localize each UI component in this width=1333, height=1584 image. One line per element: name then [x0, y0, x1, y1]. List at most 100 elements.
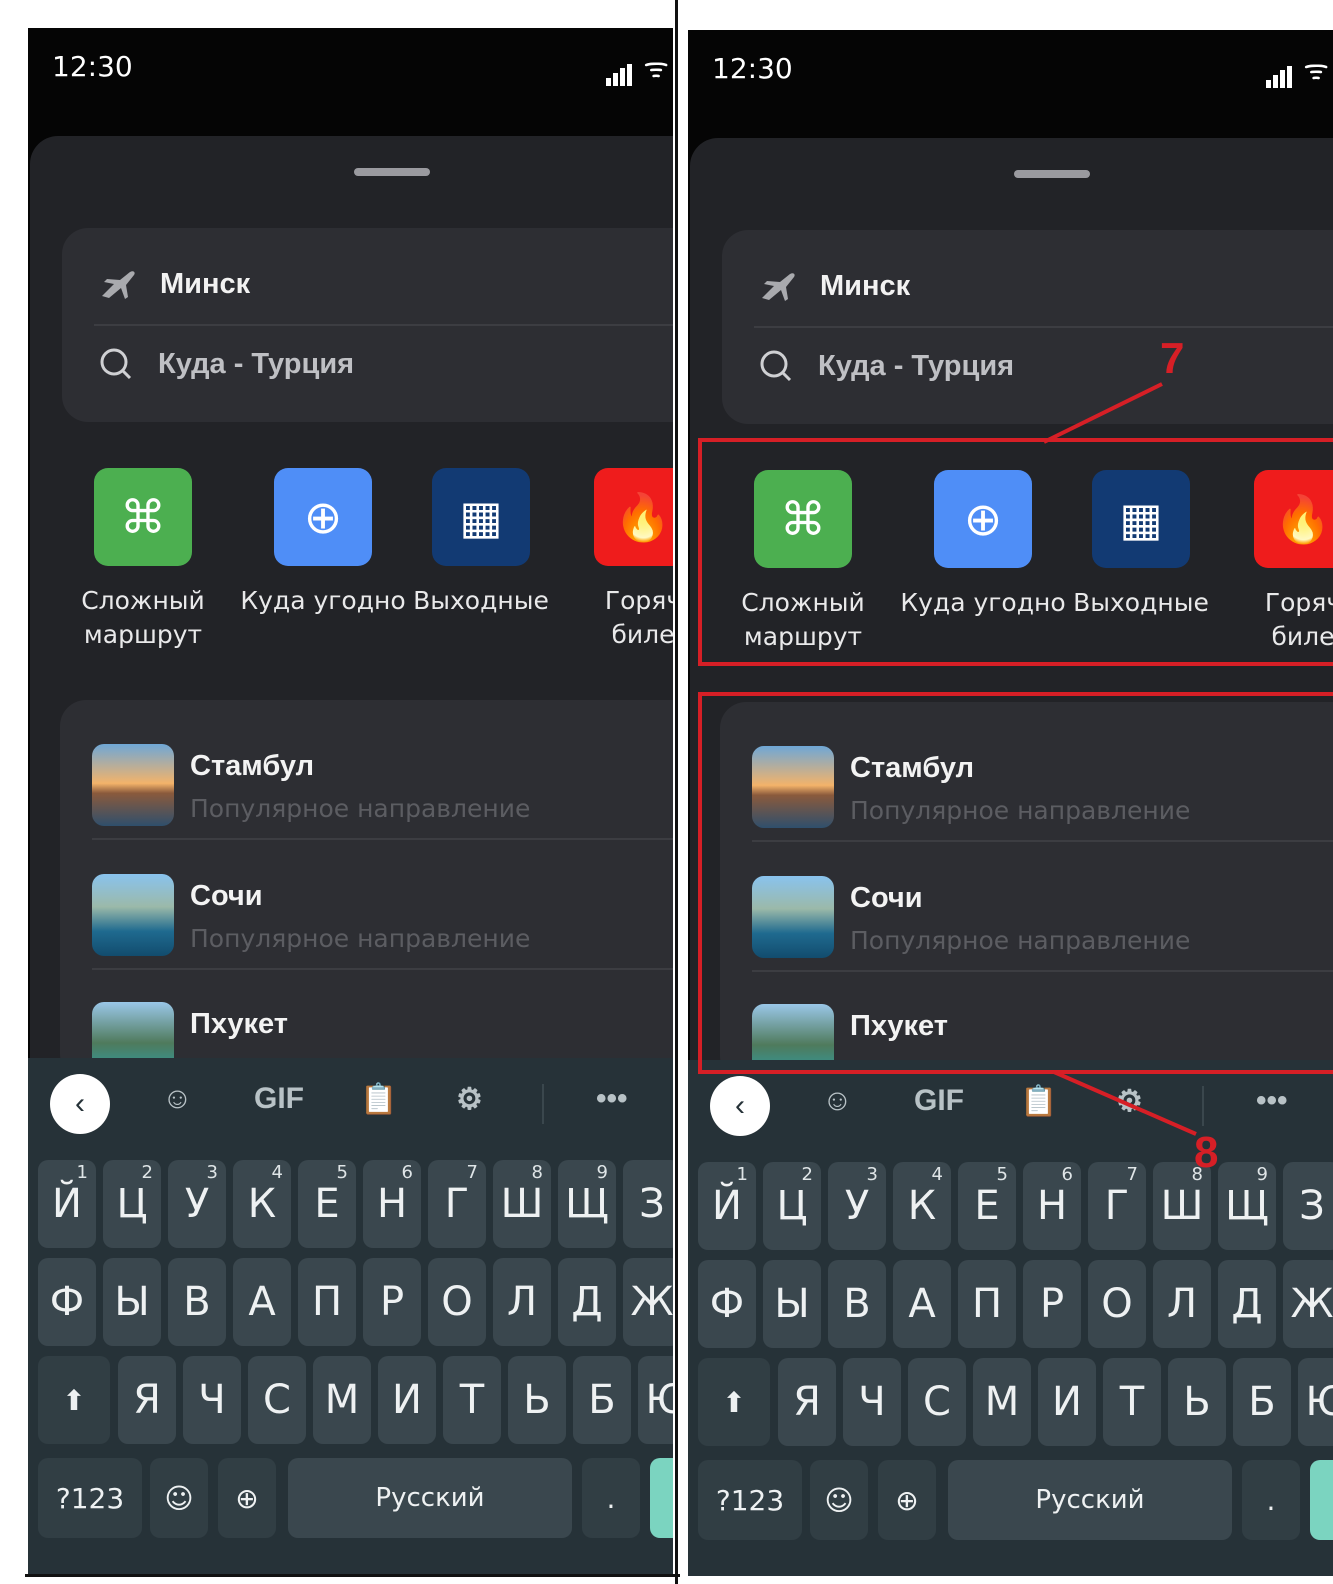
key-row2-3[interactable]: В — [168, 1258, 226, 1346]
phone-screen-right: 12:30 ᯤ Минск Куда - Турция × — [688, 30, 1333, 1576]
action-complex-route[interactable]: ⌘ Сложный маршрут — [58, 468, 228, 652]
destination-subtitle: Популярное направление — [190, 794, 531, 823]
key-row3-7[interactable]: Ь — [508, 1356, 566, 1444]
key-row2-2[interactable]: Ы — [103, 1258, 161, 1346]
key-row3-6[interactable]: Т — [443, 1356, 501, 1444]
key-row2-8[interactable]: Л — [493, 1258, 551, 1346]
key-7[interactable]: Г7 — [428, 1160, 486, 1248]
key-row3-9[interactable]: Ю — [638, 1356, 673, 1444]
screenshot-divider-vertical — [675, 0, 678, 1584]
key-row2-1[interactable]: Ф — [38, 1258, 96, 1346]
search-icon — [100, 348, 132, 380]
destination-field[interactable]: Куда - Турция — [98, 342, 354, 386]
sheet-drag-handle[interactable] — [354, 168, 430, 176]
gif-button[interactable]: GIF — [254, 1082, 304, 1116]
key-1[interactable]: Й1 — [38, 1160, 96, 1248]
key-hint: 4 — [271, 1162, 283, 1183]
key-5[interactable]: Е5 — [298, 1160, 356, 1248]
key-label: А — [248, 1279, 276, 1325]
key-label: Русский — [375, 1483, 485, 1513]
destination-thumbnail — [92, 744, 174, 826]
key-label: Г — [444, 1181, 470, 1227]
key-row2-6[interactable]: Р — [363, 1258, 421, 1346]
signal-icon — [605, 54, 634, 86]
key-label: Ф — [49, 1279, 85, 1325]
action-label: Горячбиле — [604, 586, 673, 649]
key-label: Й — [52, 1181, 82, 1227]
enter-key[interactable] — [650, 1458, 673, 1538]
key-6[interactable]: Н6 — [363, 1160, 421, 1248]
gear-icon[interactable]: ⚙ — [456, 1082, 483, 1117]
destination-input[interactable]: Куда - Турция — [158, 348, 354, 381]
key-3[interactable]: У3 — [168, 1160, 226, 1248]
key-label: П — [311, 1279, 343, 1325]
shift-key[interactable]: ⬆ — [38, 1356, 110, 1444]
key-row3-5[interactable]: И — [378, 1356, 436, 1444]
period-key[interactable]: . — [582, 1458, 640, 1538]
key-hint: 3 — [206, 1162, 218, 1183]
key-row3-1[interactable]: Я — [118, 1356, 176, 1444]
emoji-key[interactable]: ☺ — [150, 1458, 208, 1538]
action-label: Выходные — [413, 586, 549, 615]
action-anywhere[interactable]: ⊕ Куда угодно — [238, 468, 408, 618]
origin-field[interactable]: Минск — [98, 264, 250, 304]
search-separator — [94, 324, 673, 326]
key-label: . — [606, 1481, 616, 1515]
language-key[interactable]: ⊕ — [218, 1458, 276, 1538]
key-row2-5[interactable]: П — [298, 1258, 356, 1346]
annotation-arrow-7 — [1043, 382, 1163, 444]
key-label: Щ — [565, 1181, 609, 1227]
key-row3-3[interactable]: С — [248, 1356, 306, 1444]
key-4[interactable]: К4 — [233, 1160, 291, 1248]
destination-name: Сочи — [190, 880, 263, 912]
key-row2-7[interactable]: О — [428, 1258, 486, 1346]
chevron-left-icon[interactable]: ‹ — [50, 1074, 110, 1134]
list-item[interactable]: Сочи Популярное направление — [92, 860, 673, 970]
key-label: С — [263, 1377, 291, 1423]
key-2[interactable]: Ц2 — [103, 1160, 161, 1248]
key-label: У — [184, 1181, 210, 1227]
key-hint: 6 — [401, 1162, 413, 1183]
key-label: З — [639, 1181, 665, 1227]
key-hint: 2 — [141, 1162, 153, 1183]
key-hint: 5 — [336, 1162, 348, 1183]
sticker-icon[interactable]: ☺ — [162, 1082, 193, 1116]
key-10[interactable]: З — [623, 1160, 673, 1248]
status-time: 12:30 — [52, 50, 133, 83]
clipboard-icon[interactable]: 📋 — [360, 1082, 397, 1117]
symbols-key[interactable]: ?123 — [38, 1458, 142, 1538]
key-hint: 1 — [76, 1162, 88, 1183]
key-row3-4[interactable]: М — [313, 1356, 371, 1444]
screenshot-divider-bottom — [25, 1574, 680, 1577]
quick-actions: ⌘ Сложный маршрут ⊕ Куда угодно ▦ Выходны… — [68, 468, 673, 658]
wifi-icon: ᯤ — [643, 52, 671, 83]
key-row2-10[interactable]: Ж — [623, 1258, 673, 1346]
key-hint: 9 — [596, 1162, 608, 1183]
key-row3-2[interactable]: Ч — [183, 1356, 241, 1444]
globe-icon: ⊕ — [235, 1481, 259, 1515]
action-weekend[interactable]: ▦ Выходные — [396, 468, 566, 618]
key-label: И — [392, 1377, 422, 1423]
origin-city: Минск — [160, 267, 251, 300]
list-item[interactable]: Стамбул Популярное направление — [92, 730, 673, 840]
globe-icon: ⊕ — [274, 468, 372, 566]
more-icon[interactable]: ••• — [596, 1082, 628, 1116]
shift-icon: ⬆ — [62, 1383, 86, 1417]
key-label: ?123 — [55, 1481, 125, 1515]
search-card: Минск Куда - Турция × — [62, 228, 673, 422]
key-label: Ь — [523, 1377, 551, 1423]
calendar-icon: ▦ — [432, 468, 530, 566]
key-row2-9[interactable]: Д — [558, 1258, 616, 1346]
keyboard-toolbar: ‹ ☺ GIF 📋 ⚙ ••• — [28, 1058, 673, 1150]
key-8[interactable]: Ш8 — [493, 1160, 551, 1248]
key-label: Ы — [114, 1279, 150, 1325]
key-row3-8[interactable]: Б — [573, 1356, 631, 1444]
action-hot-tickets[interactable]: 🔥 Горячбиле — [558, 468, 673, 652]
key-row2-4[interactable]: А — [233, 1258, 291, 1346]
space-key[interactable]: Русский — [288, 1458, 572, 1538]
key-label: Б — [588, 1377, 616, 1423]
key-label: Р — [379, 1279, 405, 1325]
key-9[interactable]: Щ9 — [558, 1160, 616, 1248]
key-label: Н — [376, 1181, 408, 1227]
destination-name: Стамбул — [190, 750, 315, 782]
